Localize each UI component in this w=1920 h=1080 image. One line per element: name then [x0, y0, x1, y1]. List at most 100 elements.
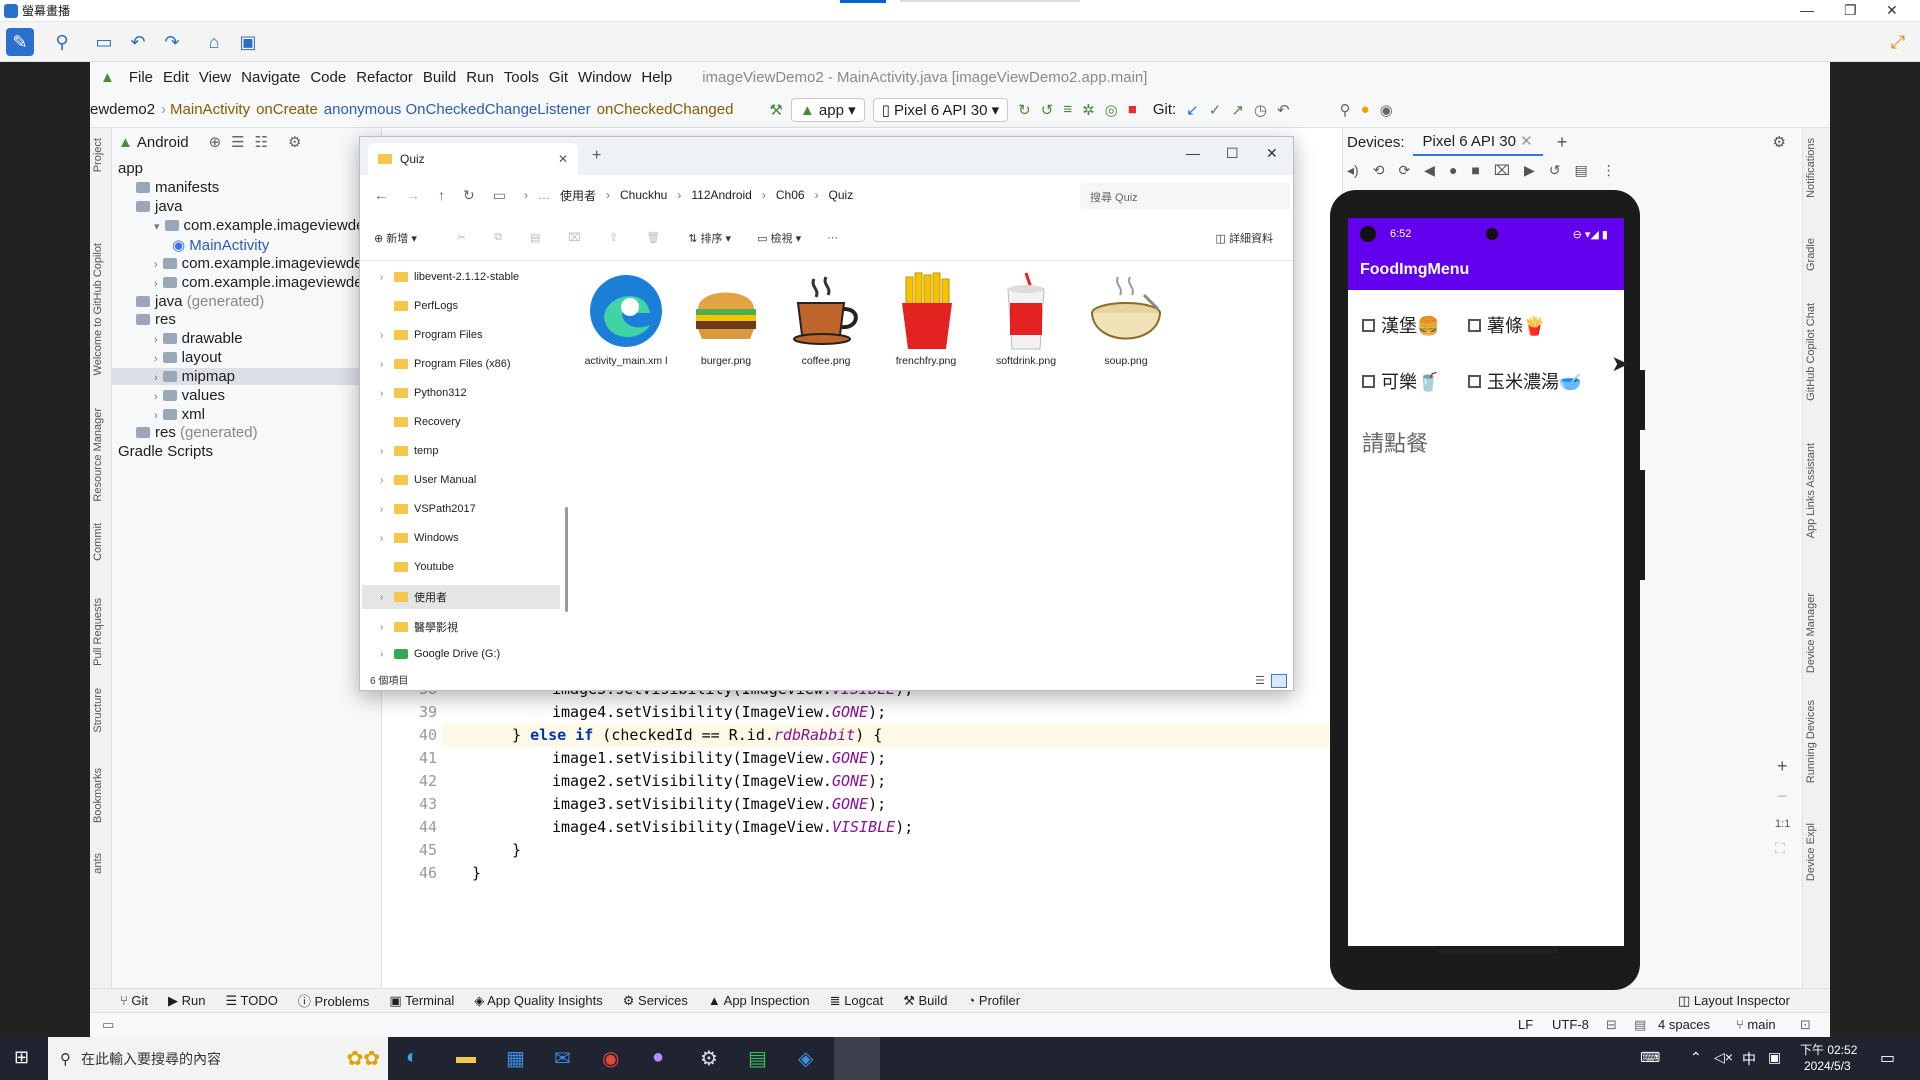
nav-folder-item[interactable]: › libevent-2.1.12-stable: [380, 271, 519, 283]
crumb-class[interactable]: MainActivity: [170, 101, 250, 118]
nav-folder-item[interactable]: › Python312: [380, 387, 467, 399]
taskbar-time[interactable]: 下午 02:52: [1800, 1041, 1857, 1058]
menu-window[interactable]: Window: [578, 69, 631, 86]
nav-folder-item[interactable]: › 醫學影視: [380, 619, 458, 635]
tool-app-links[interactable]: App Links Assistant: [1805, 443, 1817, 538]
home-icon[interactable]: ●: [1449, 162, 1457, 178]
tool-services[interactable]: ⚙ Services: [623, 993, 688, 1009]
nav-scrollbar[interactable]: [565, 507, 568, 612]
checkbox-cola[interactable]: 可樂🥤: [1362, 368, 1439, 394]
device-select[interactable]: ▯ Pixel 6 API 30 ▾: [872, 97, 1009, 122]
notification-badge-icon[interactable]: ▣: [1768, 1049, 1781, 1066]
tool-copilot-chat[interactable]: GitHub Copilot Chat: [1805, 303, 1817, 401]
nav-folder-item[interactable]: › Program Files: [380, 329, 482, 341]
nav-folder-item[interactable]: › Program Files (x86): [380, 358, 511, 370]
overview-icon[interactable]: ■: [1471, 162, 1479, 178]
edge-taskbar-icon[interactable]: ◐: [406, 1046, 418, 1069]
debug-icon[interactable]: ✲: [1082, 101, 1095, 119]
tool-gradle[interactable]: Gradle: [1805, 238, 1817, 271]
tree-item[interactable]: › drawable: [154, 330, 243, 347]
tree-item[interactable]: res: [136, 311, 176, 328]
expand-chevron-icon[interactable]: ›: [154, 334, 158, 346]
minimize-icon[interactable]: —: [1186, 145, 1200, 161]
redo-icon[interactable]: ↷: [158, 28, 186, 56]
tree-item[interactable]: res (generated): [136, 424, 258, 441]
tree-item[interactable]: › com.example.imageviewdem: [154, 255, 375, 272]
tool-pull-requests[interactable]: Pull Requests: [92, 598, 104, 666]
close-tab-icon[interactable]: ✕: [1520, 133, 1533, 150]
details-view-icon[interactable]: ☰: [1255, 674, 1265, 687]
hammer-icon[interactable]: ⚒: [769, 101, 782, 119]
file-item[interactable]: frenchfry.png: [880, 269, 972, 367]
tool-profiler[interactable]: ◔ Profiler: [967, 993, 1020, 1008]
tool-commit[interactable]: Commit: [92, 523, 104, 561]
checkbox-box[interactable]: [1362, 374, 1375, 388]
tool-variants[interactable]: ants: [92, 853, 104, 874]
share-icon[interactable]: ⇪: [609, 231, 618, 244]
lock-icon[interactable]: ⊡: [1800, 1017, 1811, 1033]
menu-help[interactable]: Help: [641, 69, 672, 86]
checkbox-box[interactable]: [1362, 318, 1375, 332]
memory-icon[interactable]: ▤: [1634, 1017, 1646, 1033]
checkbox-burger[interactable]: 漢堡🍔: [1362, 312, 1439, 338]
code-line[interactable]: image3.setVisibility(ImageView.GONE);: [552, 795, 886, 813]
settings-taskbar-icon[interactable]: ⚙: [700, 1046, 718, 1071]
actual-size-icon[interactable]: 1:1: [1775, 818, 1790, 830]
notepad-taskbar-icon[interactable]: ▤: [748, 1046, 767, 1071]
expand-chevron-icon[interactable]: ›: [380, 592, 383, 603]
rotate-left-icon[interactable]: ⟲: [1373, 162, 1385, 179]
tool-run[interactable]: ▶ Run: [168, 993, 205, 1009]
tree-item[interactable]: › xml: [154, 406, 205, 423]
maximize-icon[interactable]: ☐: [1226, 145, 1239, 162]
zoom-out-icon[interactable]: −: [1777, 786, 1788, 807]
pointer-tool-icon[interactable]: ✎: [6, 28, 34, 56]
expand-chevron-icon[interactable]: ›: [380, 649, 383, 660]
ime-indicator[interactable]: 中: [1742, 1049, 1756, 1069]
profile-icon[interactable]: ◎: [1105, 101, 1118, 119]
crumb-listener[interactable]: anonymous OnCheckedChangeListener: [324, 101, 591, 118]
expand-chevron-icon[interactable]: ›: [380, 330, 383, 341]
tool-git[interactable]: ⑂ Git: [120, 993, 148, 1008]
tree-item[interactable]: › mipmap: [112, 368, 381, 385]
explorer-search-input[interactable]: 搜尋 Quiz: [1080, 183, 1290, 209]
paste-icon[interactable]: ▤: [530, 231, 540, 244]
fit-screen-icon[interactable]: ⛶: [1775, 840, 1785, 857]
path-segment[interactable]: 112Android: [691, 188, 752, 202]
path-segment[interactable]: Quiz: [829, 188, 854, 202]
run-config-select[interactable]: ▲ app ▾: [790, 97, 865, 122]
tool-running-devices[interactable]: Running Devices: [1805, 700, 1817, 783]
tree-item[interactable]: java (generated): [136, 293, 264, 310]
tool-app-quality[interactable]: ◈ App Quality Insights: [474, 993, 603, 1009]
stop-icon[interactable]: ■: [1128, 101, 1137, 118]
path-segment[interactable]: Chuckhu: [620, 188, 667, 202]
tool-problems[interactable]: ⓘ Problems: [298, 991, 370, 1010]
menu-navigate[interactable]: Navigate: [241, 69, 300, 86]
tool-device-explorer[interactable]: Device Expl: [1805, 823, 1817, 881]
close-icon[interactable]: ✕: [1266, 145, 1278, 162]
rotate-right-icon[interactable]: ⟳: [1398, 162, 1410, 179]
tree-item[interactable]: java: [136, 198, 183, 215]
expand-chevron-icon[interactable]: ›: [380, 504, 383, 515]
collapse-all-icon[interactable]: ☷: [255, 133, 268, 151]
expand-chevron-icon[interactable]: ›: [154, 259, 158, 271]
action-center-icon[interactable]: ▭: [1880, 1048, 1895, 1068]
update-icon[interactable]: ●: [1361, 101, 1370, 118]
sort-button[interactable]: ⇅ 排序 ▾: [688, 230, 731, 246]
chrome-taskbar-icon[interactable]: ◉: [602, 1046, 619, 1071]
more-options-icon[interactable]: ⋮: [1602, 162, 1616, 179]
expand-all-icon[interactable]: ☰: [231, 133, 244, 151]
code-line[interactable]: }: [512, 841, 521, 859]
taskbar-search-box[interactable]: ⚲ 在此輸入要搜尋的內容 ✿✿: [48, 1037, 388, 1080]
tool-build[interactable]: ⚒ Build: [903, 993, 947, 1009]
tree-item[interactable]: Gradle Scripts: [118, 443, 213, 460]
file-item[interactable]: soup.png: [1080, 269, 1172, 367]
capture-icon[interactable]: ⌂: [200, 28, 228, 56]
delete-icon[interactable]: 🗑: [646, 231, 660, 244]
expand-chevron-icon[interactable]: ▾: [154, 221, 160, 233]
volume-icon[interactable]: ◁×: [1714, 1049, 1733, 1066]
monitor-icon[interactable]: ▣: [234, 28, 262, 56]
tree-item[interactable]: ◉ MainActivity: [172, 236, 269, 254]
keyboard-icon[interactable]: ⌨: [1640, 1049, 1660, 1066]
menu-edit[interactable]: Edit: [163, 69, 189, 86]
nav-folder-item[interactable]: › Windows: [380, 532, 459, 544]
